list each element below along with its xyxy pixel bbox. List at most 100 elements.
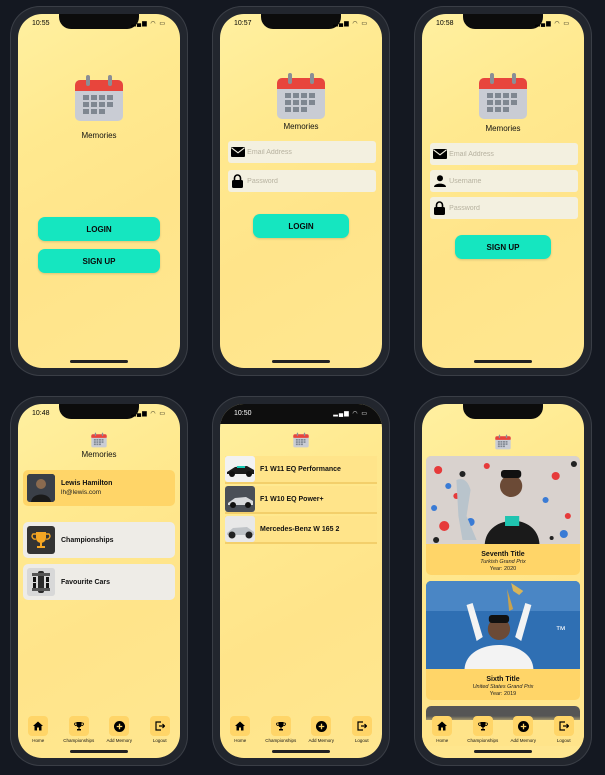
favourite-cars-card[interactable]: Favourite Cars (23, 564, 175, 600)
phone-championships: Seventh Title Turkish Grand Prix Year: 2… (414, 396, 592, 766)
tab-home[interactable]: Home (423, 716, 461, 743)
signup-button[interactable]: SIGN UP (455, 235, 551, 259)
car-row[interactable]: Mercedes-Benz W 165 2 (225, 516, 377, 544)
home-indicator (272, 750, 330, 753)
status-time: 10:58 (436, 20, 454, 27)
tab-championships-label: Championships (265, 738, 297, 743)
tab-championships[interactable]: Championships (262, 716, 300, 743)
app-title: Memories (81, 450, 117, 459)
trophy-icon (472, 716, 493, 736)
tab-logout[interactable]: Logout (343, 716, 381, 743)
plus-icon (109, 716, 130, 736)
tab-add-memory-label: Add Memory (510, 738, 536, 743)
car-image (225, 456, 255, 482)
tab-add-memory-label: Add Memory (308, 738, 334, 743)
tab-championships-label: Championships (63, 738, 95, 743)
car-row[interactable]: F1 W11 EQ Performance (225, 456, 377, 484)
car-name: F1 W10 EQ Power+ (260, 495, 324, 503)
car-row[interactable]: F1 W10 EQ Power+ (225, 486, 377, 514)
tab-home-label: Home (234, 738, 247, 743)
title-card[interactable]: Seventh Title Turkish Grand Prix Year: 2… (426, 456, 580, 575)
password-field[interactable] (228, 170, 376, 192)
welcome-screen: 10:55 ▂▄▆ ◠ ▭ Memories LOGIN SIGN UP (18, 14, 180, 368)
tab-logout[interactable]: Logout (141, 716, 179, 743)
calendar-icon (91, 432, 107, 448)
tab-home-label: Home (436, 738, 449, 743)
tab-add-memory[interactable]: Add Memory (100, 716, 138, 743)
status-time: 10:55 (32, 20, 50, 27)
phone-signup: 10:58 ▂▄▆ ◠ ▭ Memories SIGN UP (414, 6, 592, 376)
email-input[interactable] (247, 148, 376, 156)
password-field[interactable] (430, 197, 578, 219)
signup-button[interactable]: SIGN UP (38, 249, 160, 273)
status-time: 10:57 (234, 20, 252, 27)
signal-wifi-battery-icon: ▂▄▆ ◠ ▭ (131, 411, 166, 417)
championships-screen: Seventh Title Turkish Grand Prix Year: 2… (422, 404, 584, 758)
logout-icon (149, 716, 170, 736)
signal-wifi-battery-icon: ▂▄▆ ◠ ▭ (535, 21, 570, 27)
tab-home[interactable]: Home (19, 716, 57, 743)
login-button[interactable]: LOGIN (253, 214, 349, 238)
profile-email: lh@lewis.com (61, 489, 102, 496)
password-input[interactable] (449, 204, 578, 212)
login-button[interactable]: LOGIN (38, 217, 160, 241)
email-input[interactable] (449, 150, 578, 158)
favourite-cars-label: Favourite Cars (61, 578, 111, 586)
tab-logout-label: Logout (556, 738, 571, 743)
tab-championships[interactable]: Championships (464, 716, 502, 743)
password-input[interactable] (247, 177, 376, 185)
svg-text:™: ™ (556, 625, 566, 636)
car-name: F1 W11 EQ Performance (260, 465, 341, 473)
calendar-icon (74, 74, 124, 122)
email-field[interactable] (228, 141, 376, 163)
app-title: Memories (283, 122, 319, 131)
notch (463, 14, 543, 29)
lock-icon (228, 174, 247, 188)
tab-championships[interactable]: Championships (60, 716, 98, 743)
title-name: Seventh Title (481, 551, 525, 558)
championships-card[interactable]: Championships (23, 522, 175, 558)
profile-name: Lewis Hamilton (61, 480, 113, 487)
plus-icon (311, 716, 332, 736)
tab-bar: Home Championships Add Memory Logout (18, 716, 180, 746)
car-icon (27, 568, 55, 596)
logout-icon (553, 716, 574, 736)
signal-wifi-battery-icon: ▂▄▆ ◠ ▭ (333, 21, 368, 27)
username-field[interactable] (430, 170, 578, 192)
tab-home[interactable]: Home (221, 716, 259, 743)
tab-logout[interactable]: Logout (545, 716, 583, 743)
tab-logout-label: Logout (152, 738, 167, 743)
trophy-icon (68, 716, 89, 736)
email-field[interactable] (430, 143, 578, 165)
title-photo: ™ (426, 581, 580, 669)
mail-icon (430, 149, 449, 159)
cars-screen: 10:50 ▂▄▆ ◠ ▭ F1 W11 EQ Performance F1 W… (220, 404, 382, 758)
app-title: Memories (485, 124, 521, 133)
title-card[interactable]: ™ Sixth Title United States Grand Prix Y… (426, 581, 580, 700)
tab-add-memory-label: Add Memory (106, 738, 132, 743)
calendar-icon (276, 72, 326, 120)
title-year: Year: 2019 (489, 691, 517, 697)
signal-wifi-battery-icon: ▂▄▆ ◠ ▭ (333, 411, 368, 417)
tab-championships-label: Championships (467, 738, 499, 743)
tab-logout-label: Logout (354, 738, 369, 743)
tab-add-memory[interactable]: Add Memory (302, 716, 340, 743)
trophy-icon (27, 526, 55, 554)
home-indicator (474, 360, 532, 363)
championships-label: Championships (61, 536, 114, 544)
title-grand-prix: Turkish Grand Prix (480, 559, 526, 565)
title-name: Sixth Title (486, 676, 520, 683)
home-icon (432, 716, 453, 736)
logout-icon (351, 716, 372, 736)
car-name: Mercedes-Benz W 165 2 (260, 525, 340, 533)
profile-card[interactable]: Lewis Hamilton lh@lewis.com (23, 470, 175, 506)
phone-home: 10:48 ▂▄▆ ◠ ▭ Memories Lewis Hamilton lh… (10, 396, 188, 766)
home-indicator (474, 750, 532, 753)
username-input[interactable] (449, 177, 578, 185)
car-image (225, 486, 255, 512)
phone-welcome: 10:55 ▂▄▆ ◠ ▭ Memories LOGIN SIGN UP (10, 6, 188, 376)
home-icon (28, 716, 49, 736)
tab-bar: Home Championships Add Memory Logout (422, 716, 584, 746)
tab-add-memory[interactable]: Add Memory (504, 716, 542, 743)
app-title: Memories (81, 131, 117, 140)
